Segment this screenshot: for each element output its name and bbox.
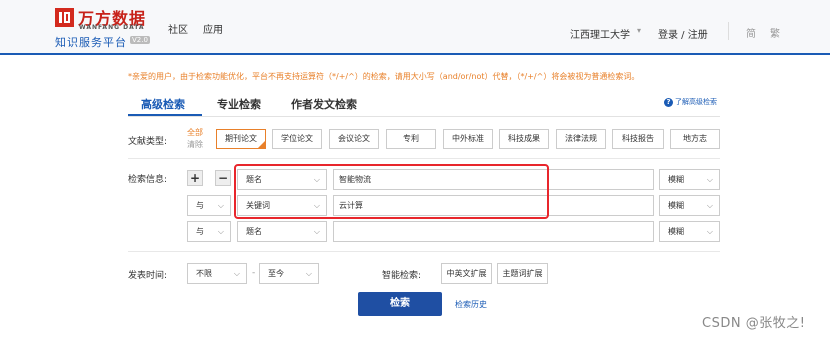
tabs-divider <box>128 116 720 117</box>
search-input-3[interactable] <box>333 221 654 242</box>
match-value: 模糊 <box>668 175 684 184</box>
match-select-2[interactable]: 模糊 ⌵ <box>659 195 720 216</box>
smart-search-label: 智能检索: <box>382 271 422 281</box>
field-select-3[interactable]: 题名 ⌵ <box>237 221 327 242</box>
match-value: 模糊 <box>668 227 684 236</box>
field-value: 题名 <box>246 227 262 236</box>
chevron-down-icon: ⌵ <box>217 201 224 210</box>
logic-value: 与 <box>196 201 204 210</box>
section-divider <box>128 158 720 159</box>
version-badge: V2.0 <box>130 36 150 44</box>
search-info-label: 检索信息: <box>128 175 168 185</box>
add-row-button[interactable]: + <box>187 170 203 186</box>
search-notice: *亲爱的用户，由于检索功能优化，平台不再支持运算符（*/+/^）的检索，请用大小… <box>128 72 640 81</box>
wanfang-logo-icon[interactable] <box>55 8 74 27</box>
type-gazetteer[interactable]: 地方志 <box>670 129 720 149</box>
topic-expand-button[interactable]: 主题词扩展 <box>497 263 548 284</box>
type-thesis[interactable]: 学位论文 <box>272 129 322 149</box>
chevron-down-icon: ⌵ <box>706 227 713 236</box>
time-range-dash: - <box>252 268 256 278</box>
advanced-help-link[interactable]: ? 了解高级检索 <box>664 97 717 107</box>
doc-type-label: 文献类型: <box>128 137 168 147</box>
type-achievement[interactable]: 科技成果 <box>499 129 549 149</box>
match-select-1[interactable]: 模糊 ⌵ <box>659 169 720 190</box>
tab-author-search[interactable]: 作者发文检索 <box>291 96 357 112</box>
top-header: 万方数据 WANFANG DATA 知识服务平台 V2.0 社区 应用 江西理工… <box>0 0 830 55</box>
time-to-value: 至今 <box>268 269 284 278</box>
question-icon: ? <box>664 97 673 107</box>
clear-link[interactable]: 清除 <box>187 139 203 150</box>
header-divider <box>728 22 729 40</box>
section-divider <box>128 251 720 252</box>
login-register-link[interactable]: 登录 / 注册 <box>658 26 708 41</box>
cn-en-expand-button[interactable]: 中英文扩展 <box>441 263 492 284</box>
type-standard[interactable]: 中外标准 <box>443 129 493 149</box>
time-to-select[interactable]: 至今 ⌵ <box>259 263 319 284</box>
match-value: 模糊 <box>668 201 684 210</box>
chevron-down-icon: ⌵ <box>217 227 224 236</box>
select-all-link[interactable]: 全部 <box>187 127 203 138</box>
time-from-select[interactable]: 不限 ⌵ <box>187 263 247 284</box>
highlight-annotation <box>234 164 549 219</box>
chevron-down-icon: ⌵ <box>706 175 713 184</box>
search-button[interactable]: 检索 <box>358 292 442 316</box>
help-label: 了解高级检索 <box>675 98 717 106</box>
type-report[interactable]: 科技报告 <box>612 129 664 149</box>
remove-row-button[interactable]: − <box>215 170 231 186</box>
lang-simplified[interactable]: 简 <box>746 25 756 40</box>
institution-name[interactable]: 江西理工大学 <box>570 26 630 41</box>
chevron-down-icon: ⌵ <box>706 201 713 210</box>
chevron-down-icon: ⌵ <box>233 269 240 278</box>
tab-professional-search[interactable]: 专业检索 <box>217 96 261 112</box>
type-conference[interactable]: 会议论文 <box>329 129 379 149</box>
type-patent[interactable]: 专利 <box>386 129 436 149</box>
nav-community[interactable]: 社区 <box>168 21 188 36</box>
logo-english: WANFANG DATA <box>79 24 145 31</box>
logic-select-2[interactable]: 与 ⌵ <box>187 195 231 216</box>
chevron-down-icon: ⌵ <box>305 269 312 278</box>
type-journal[interactable]: 期刊论文 <box>216 129 266 149</box>
time-from-value: 不限 <box>196 269 212 278</box>
nav-apps[interactable]: 应用 <box>203 21 223 36</box>
csdn-watermark: CSDN @张牧之! <box>702 316 806 331</box>
institution-dropdown-icon[interactable]: ▾ <box>637 26 641 35</box>
logic-select-3[interactable]: 与 ⌵ <box>187 221 231 242</box>
match-select-3[interactable]: 模糊 ⌵ <box>659 221 720 242</box>
type-law[interactable]: 法律法规 <box>556 129 606 149</box>
lang-traditional[interactable]: 繁 <box>770 25 780 40</box>
search-history-link[interactable]: 检索历史 <box>455 299 487 310</box>
tab-advanced-search[interactable]: 高级检索 <box>141 96 185 112</box>
publish-time-label: 发表时间: <box>128 271 168 281</box>
logic-value: 与 <box>196 227 204 236</box>
platform-subtitle: 知识服务平台 <box>55 36 127 49</box>
chevron-down-icon: ⌵ <box>313 227 320 236</box>
